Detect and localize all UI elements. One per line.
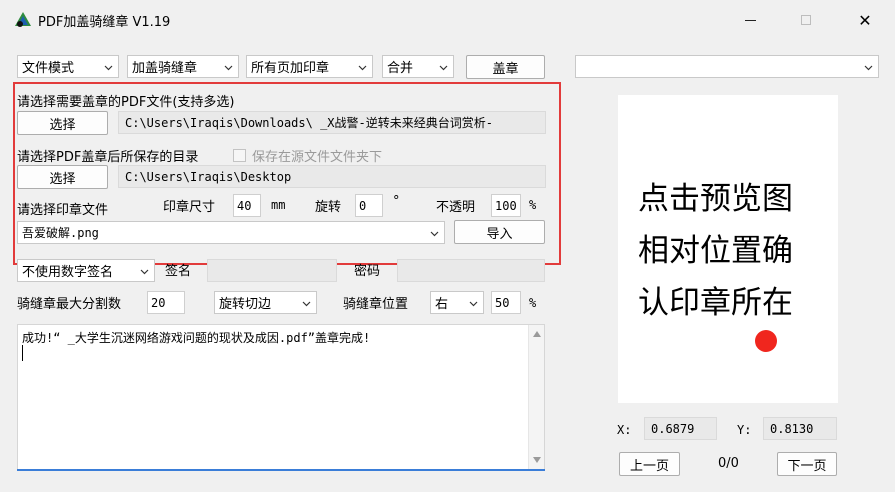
rotate-label: 旋转	[315, 200, 342, 215]
minimize-button[interactable]	[735, 8, 765, 32]
maximize-icon	[801, 15, 811, 25]
save-in-source-label: 保存在源文件文件夹下	[252, 150, 383, 165]
stamp-type-select-value: 加盖骑缝章	[132, 61, 198, 76]
chevron-down-icon	[430, 231, 439, 237]
window-title: PDF加盖骑缝章 V1.19	[38, 15, 171, 30]
stamp-size-unit: mm	[271, 198, 286, 212]
preview-hint-line: 相对位置确	[638, 233, 793, 269]
stamp-type-select[interactable]: 加盖骑缝章	[127, 55, 239, 78]
signature-select[interactable]: 不使用数字签名	[17, 259, 155, 282]
merge-select[interactable]: 合并	[382, 55, 454, 78]
stamp-size-input[interactable]: 40	[233, 194, 261, 217]
y-coordinate-field[interactable]: 0.8130	[763, 417, 837, 440]
maximize-button[interactable]	[791, 8, 821, 32]
position-percent-input[interactable]: 50	[491, 291, 521, 314]
preview-image[interactable]: 点击预览图 相对位置确 认印章所在	[618, 95, 838, 403]
close-icon: ✕	[858, 10, 872, 30]
next-page-button[interactable]: 下一页	[777, 452, 837, 476]
log-scrollbar[interactable]	[528, 325, 544, 469]
checkbox-icon	[233, 149, 246, 162]
app-logo-icon	[15, 12, 31, 27]
pdf-path-field[interactable]: C:\Users\Iraqis\Downloads\ _X战警-逆转未来经典台词…	[118, 111, 546, 134]
x-coordinate-field[interactable]: 0.6879	[644, 417, 717, 440]
opacity-label: 不透明	[436, 200, 476, 215]
chevron-down-icon	[439, 65, 448, 71]
signature-select-value: 不使用数字签名	[22, 265, 114, 280]
save-in-source-checkbox[interactable]: 保存在源文件文件夹下	[233, 146, 382, 165]
stamp-position-marker[interactable]	[755, 330, 777, 352]
output-path-field[interactable]: C:\Users\Iraqis\Desktop	[118, 165, 546, 188]
stamp-size-label: 印章尺寸	[163, 200, 216, 215]
stamp-file-label: 请选择印章文件	[17, 203, 109, 218]
mode-select[interactable]: 文件模式	[17, 55, 119, 78]
cut-select-value: 旋转切边	[219, 297, 272, 312]
position-select[interactable]: 右	[430, 291, 484, 314]
page-select-value: 所有页加印章	[251, 61, 330, 76]
cut-select[interactable]: 旋转切边	[214, 291, 317, 314]
pdf-select-button[interactable]: 选择	[17, 111, 108, 135]
opacity-input[interactable]: 100	[491, 194, 521, 217]
chevron-down-icon	[469, 301, 478, 307]
rotate-input[interactable]: 0	[355, 194, 383, 217]
scroll-down-icon[interactable]	[532, 456, 542, 464]
output-dir-label: 请选择PDF盖章后所保存的目录	[17, 150, 199, 165]
mode-select-value: 文件模式	[22, 61, 75, 76]
opacity-unit: %	[529, 198, 537, 212]
output-select-button[interactable]: 选择	[17, 165, 108, 189]
page-select[interactable]: 所有页加印章	[246, 55, 373, 78]
preview-hint-line: 认印章所在	[638, 285, 793, 321]
position-label: 骑缝章位置	[343, 297, 409, 312]
y-label: Y:	[737, 423, 752, 437]
merge-select-value: 合并	[387, 61, 414, 76]
page-counter: 0/0	[718, 456, 739, 471]
log-line: 成功!“ _大学生沉迷网络游戏问题的现状及成因.pdf”盖章完成!	[22, 331, 371, 345]
pdf-file-label: 请选择需要盖章的PDF文件(支持多选)	[17, 95, 235, 110]
chevron-down-icon	[302, 301, 311, 307]
sign-input[interactable]	[207, 259, 337, 282]
preview-hint-line: 点击预览图	[638, 181, 793, 217]
prev-page-button[interactable]: 上一页	[619, 452, 680, 476]
stamp-file-select[interactable]: 吾爱破解.png	[17, 221, 445, 244]
position-select-value: 右	[435, 297, 449, 312]
stamp-button[interactable]: 盖章	[466, 55, 545, 79]
chevron-down-icon	[224, 65, 233, 71]
minimize-icon	[744, 19, 756, 21]
stamp-file-select-value: 吾爱破解.png	[22, 226, 99, 240]
preview-file-select[interactable]	[575, 55, 879, 78]
password-label: 密码	[354, 264, 381, 279]
x-label: X:	[617, 423, 632, 437]
chevron-down-icon	[358, 65, 367, 71]
import-button[interactable]: 导入	[454, 220, 545, 244]
max-split-label: 骑缝章最大分割数	[17, 297, 122, 312]
text-caret	[22, 345, 23, 361]
log-output[interactable]: 成功!“ _大学生沉迷网络游戏问题的现状及成因.pdf”盖章完成!	[17, 324, 545, 470]
scroll-up-icon[interactable]	[532, 330, 542, 338]
close-button[interactable]: ✕	[850, 8, 880, 32]
max-split-input[interactable]: 20	[147, 291, 185, 314]
position-unit: %	[529, 296, 537, 310]
chevron-down-icon	[140, 269, 149, 275]
chevron-down-icon	[864, 65, 873, 71]
sign-label: 签名	[165, 264, 192, 279]
password-input[interactable]	[397, 259, 545, 282]
log-focus-underline	[17, 469, 545, 471]
chevron-down-icon	[104, 65, 113, 71]
rotate-unit: °	[393, 194, 400, 209]
